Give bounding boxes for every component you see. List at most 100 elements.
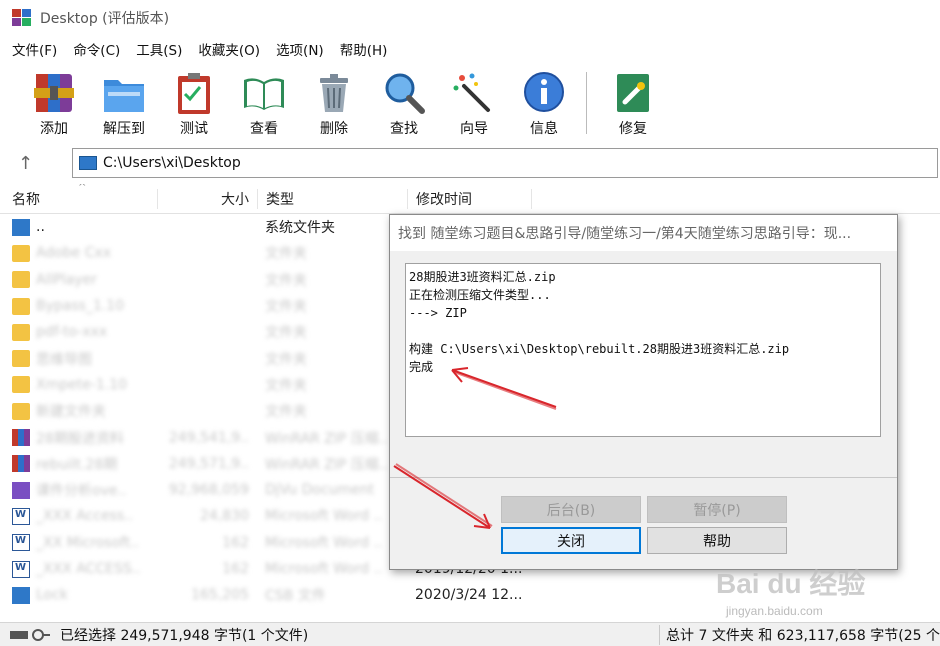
pause-button[interactable]: 暂停(P) (647, 496, 787, 523)
menu-file[interactable]: 文件(F) (12, 39, 57, 59)
dialog-title: 找到 随堂练习题目&思路引导/随堂练习一/第4天随堂练习思路引导：现... (390, 215, 897, 251)
wizard-button[interactable]: 向导 (440, 64, 508, 138)
file-size: 92,968,059 (168, 482, 249, 499)
find-button[interactable]: 查找 (370, 64, 438, 138)
magnifier-icon (380, 70, 428, 116)
address-path: C:\Users\xi\Desktop (103, 155, 241, 171)
view-button[interactable]: 查看 (230, 64, 298, 138)
menu-command[interactable]: 命令(C) (73, 39, 120, 59)
file-name: Adobe Cxx (36, 245, 112, 262)
file-type: 文件夹 (265, 325, 307, 342)
file-type: 文件夹 (265, 377, 307, 394)
log-line-done: 完成 (409, 360, 434, 374)
info-icon (520, 70, 568, 116)
file-type: WinRAR ZIP 压缩.. (265, 430, 388, 447)
column-type[interactable]: 类型 (257, 188, 407, 209)
file-name: 新建文件夹 (36, 404, 106, 421)
status-selected: 已经选择 249,571,948 字节(1 个文件) (60, 627, 309, 644)
drive-file-icon (12, 218, 30, 236)
file-type: 文件夹 (265, 404, 307, 421)
purple-file-icon (12, 481, 30, 499)
docx-file-icon (12, 507, 30, 525)
repair-dialog: 找到 随堂练习题目&思路引导/随堂练习一/第4天随堂练习思路引导：现... 28… (389, 214, 898, 570)
dialog-separator (390, 477, 897, 478)
docx-file-icon (12, 560, 30, 578)
address-bar: ↑ C:\Users\xi\Desktop (0, 144, 940, 182)
file-type: 文件夹 (265, 351, 307, 368)
background-button[interactable]: 后台(B) (501, 496, 641, 523)
file-name: .. (36, 219, 45, 236)
folder-file-icon (12, 323, 30, 341)
log-line: 28期股进3班资料汇总.zip (409, 270, 556, 284)
test-button[interactable]: 测试 (160, 64, 228, 138)
help-button[interactable]: 帮助 (647, 527, 787, 554)
file-name: AllPlayer (36, 271, 97, 288)
file-name: _XXX Access.. (36, 508, 134, 525)
file-type: Microsoft Word .. (265, 534, 383, 551)
docx-file-icon (12, 534, 30, 552)
rar-file-icon (12, 455, 30, 473)
file-name: _XX Microsoft.. (36, 534, 140, 551)
blue-file-icon (12, 586, 30, 604)
menu-bar: 文件(F) 命令(C) 工具(S) 收藏夹(O) 选项(N) 帮助(H) (0, 36, 940, 62)
test-clipboard-icon (170, 70, 218, 116)
status-total: 总计 7 文件夹 和 623,117,658 字节(25 个 (659, 624, 940, 645)
toolbar-separator (586, 72, 587, 134)
file-name: Bypass_1.10 (36, 298, 125, 315)
add-archive-icon (30, 70, 78, 116)
file-type: Microsoft Word .. (265, 561, 383, 577)
file-modified: 2020/3/24 12... (415, 587, 523, 604)
column-size[interactable]: 大小 (157, 188, 257, 209)
title-bar: Desktop (评估版本) (0, 0, 940, 36)
file-name: pdf-to-xxx (36, 324, 108, 341)
window-title: Desktop (评估版本) (40, 11, 170, 27)
list-header: ^ 名称 大小 类型 修改时间 (0, 184, 940, 214)
extract-to-button[interactable]: 解压到 (90, 64, 158, 138)
file-size: 249,571,9.. (168, 455, 249, 472)
file-type: 文件夹 (265, 272, 307, 289)
hdd-icon (10, 628, 50, 641)
menu-tools[interactable]: 工具(S) (136, 39, 182, 59)
menu-options[interactable]: 选项(N) (276, 39, 324, 59)
log-line: 构建 C:\Users\xi\Desktop\rebuilt.28期股进3班资料… (409, 342, 790, 356)
file-size: 165,205 (191, 587, 249, 604)
file-size: 24,830 (200, 508, 249, 525)
file-name: rebuilt.28期 (36, 456, 118, 473)
extract-folder-icon (100, 70, 148, 116)
info-button[interactable]: 信息 (510, 64, 578, 138)
menu-favorites[interactable]: 收藏夹(O) (198, 39, 260, 59)
status-bar: 已经选择 249,571,948 字节(1 个文件) 总计 7 文件夹 和 62… (0, 622, 940, 646)
trash-icon (310, 70, 358, 116)
menu-help[interactable]: 帮助(H) (340, 39, 388, 59)
repair-icon (609, 70, 657, 116)
file-row[interactable]: Lock 165,205 CSB 文件 2020/3/24 12... (0, 582, 940, 608)
folder-file-icon (12, 350, 30, 368)
file-name: _XXX ACCESS.. (36, 561, 141, 577)
view-book-icon (240, 70, 288, 116)
folder-file-icon (12, 402, 30, 420)
delete-button[interactable]: 删除 (300, 64, 368, 138)
file-type: DjVu Document (265, 482, 375, 499)
repair-button[interactable]: 修复 (599, 64, 667, 138)
folder-file-icon (12, 244, 30, 262)
rar-file-icon (12, 429, 30, 447)
desktop-icon (79, 156, 97, 170)
file-size: 249,541,9.. (168, 429, 249, 446)
file-name: 28期股进资料 (36, 430, 124, 447)
address-field[interactable]: C:\Users\xi\Desktop (72, 148, 938, 178)
file-type: 文件夹 (265, 246, 307, 263)
file-type: 系统文件夹 (265, 220, 335, 237)
file-type: CSB 文件 (265, 588, 326, 605)
column-modified[interactable]: 修改时间 (407, 188, 532, 209)
folder-file-icon (12, 297, 30, 315)
file-name: Lock (36, 587, 68, 604)
sort-caret-icon: ^ (78, 184, 87, 193)
toolbar: 添加 解压到 测试 查看 删除 查找 向导 信息 修复 (0, 64, 940, 142)
up-arrow-icon[interactable]: ↑ (18, 153, 48, 174)
log-line: 正在检测压缩文件类型... (409, 288, 551, 302)
add-button[interactable]: 添加 (20, 64, 88, 138)
file-name: Xmpete-1.10 (36, 376, 128, 393)
close-button[interactable]: 关闭 (501, 527, 641, 554)
file-type: Microsoft Word .. (265, 508, 383, 525)
